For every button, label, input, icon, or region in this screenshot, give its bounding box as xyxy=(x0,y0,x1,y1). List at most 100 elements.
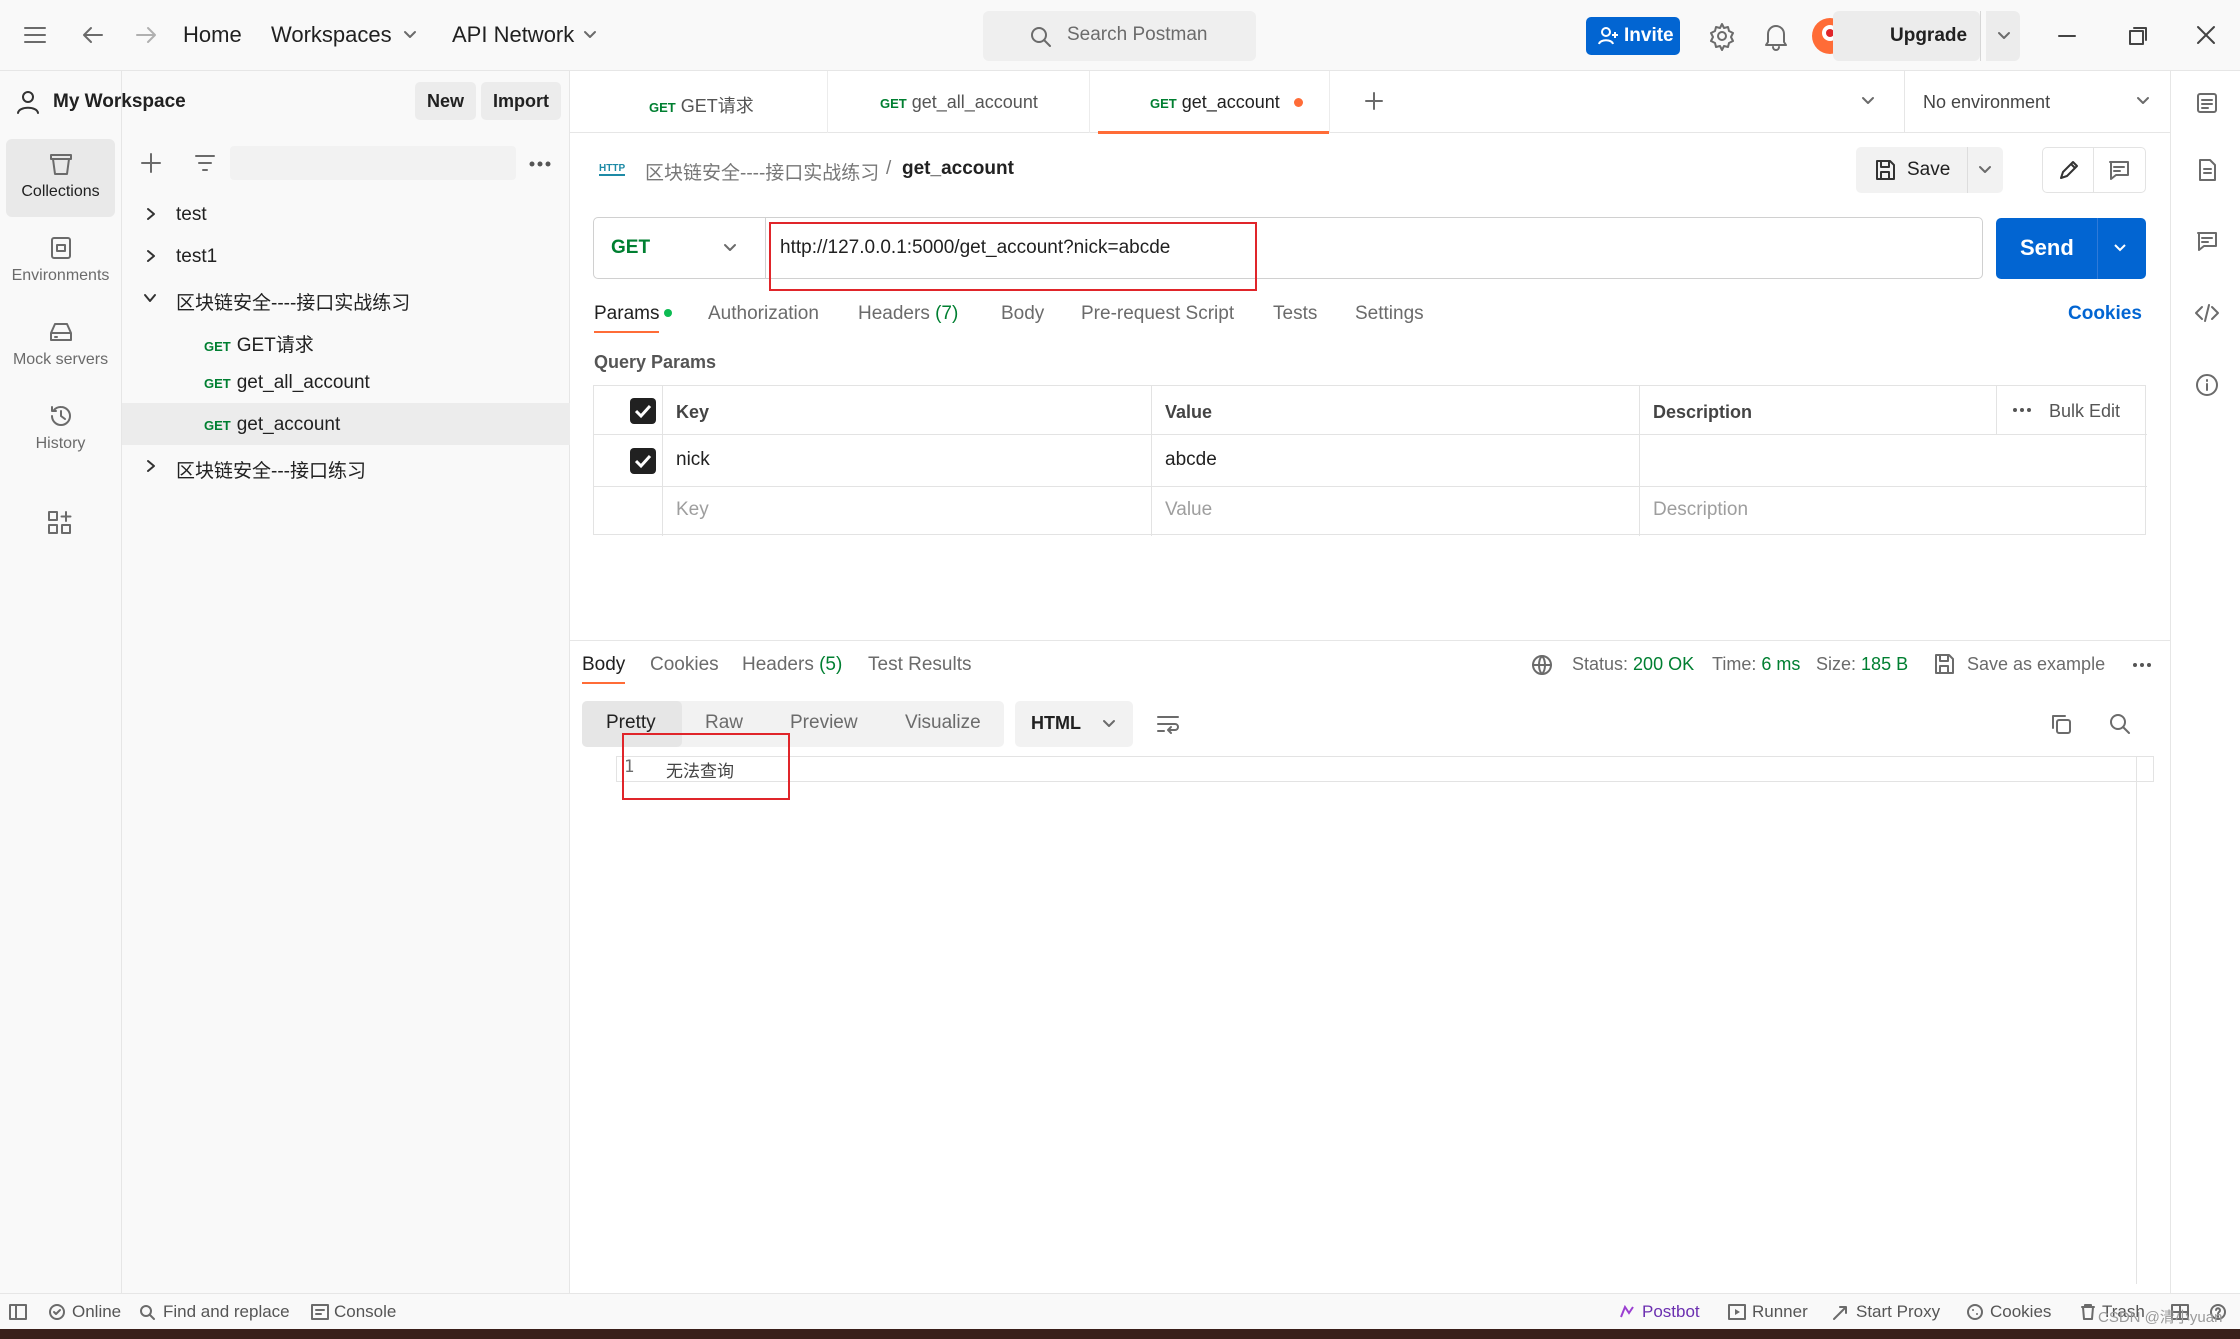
send-button[interactable]: Send xyxy=(1996,218,2146,279)
tree-item-collection-open[interactable]: 区块链安全----接口实战练习 xyxy=(122,277,570,319)
more-options-icon[interactable] xyxy=(528,160,552,168)
time-field[interactable]: Time: 6 ms xyxy=(1712,654,1800,675)
copy-icon[interactable] xyxy=(2049,712,2073,736)
breadcrumb-collection[interactable]: 区块链安全----接口实战练习 xyxy=(645,158,879,185)
upgrade-dropdown[interactable] xyxy=(1986,11,2020,61)
size-field[interactable]: Size: 185 B xyxy=(1816,654,1908,675)
response-tab-cookies[interactable]: Cookies xyxy=(650,654,719,676)
collection-search-input[interactable] xyxy=(230,146,516,180)
new-param-value-input[interactable]: Value xyxy=(1165,499,1212,521)
toggle-sidebar-icon[interactable] xyxy=(8,1303,28,1321)
globe-icon[interactable] xyxy=(1530,653,1554,677)
new-button[interactable]: New xyxy=(415,82,477,120)
documentation-icon[interactable] xyxy=(2195,157,2219,183)
response-scrollbar[interactable] xyxy=(2136,756,2137,1284)
search-response-icon[interactable] xyxy=(2108,712,2132,736)
method-badge: GET xyxy=(204,418,231,433)
import-button[interactable]: Import xyxy=(481,82,561,120)
environment-quick-look-icon[interactable] xyxy=(2195,91,2219,115)
workspaces-menu[interactable]: Workspaces xyxy=(271,22,392,48)
new-tab-plus-icon[interactable] xyxy=(1362,89,1386,113)
rail-item-collections[interactable]: Collections xyxy=(6,139,115,217)
tab-get-account[interactable]: GET get_account xyxy=(1098,71,1330,134)
response-tab-test-results[interactable]: Test Results xyxy=(868,654,971,676)
response-tab-body[interactable]: Body xyxy=(582,654,626,684)
new-param-key-input[interactable]: Key xyxy=(676,499,709,521)
bulk-edit-link[interactable]: Bulk Edit xyxy=(2049,401,2120,422)
info-icon[interactable] xyxy=(2195,373,2219,397)
method-badge: GET xyxy=(649,100,676,115)
tab-params[interactable]: Params xyxy=(594,303,660,333)
environment-select[interactable]: No environment xyxy=(1905,71,2170,133)
tab-tests[interactable]: Tests xyxy=(1273,303,1317,325)
notifications-bell-icon[interactable] xyxy=(1762,21,1790,51)
rail-item-environments[interactable]: Environments xyxy=(6,223,115,301)
save-as-example-button[interactable]: Save as example xyxy=(1967,654,2105,675)
tree-item-test[interactable]: test xyxy=(122,193,570,235)
select-all-checkbox[interactable] xyxy=(630,398,656,424)
online-status[interactable]: Online xyxy=(72,1302,121,1322)
save-button[interactable]: Save xyxy=(1856,147,2003,193)
request-name[interactable]: get_account xyxy=(902,158,1014,180)
tabs-dropdown-chevron-icon[interactable] xyxy=(1860,95,1876,107)
param-enabled-checkbox[interactable] xyxy=(630,448,656,474)
format-preview[interactable]: Preview xyxy=(790,712,858,734)
minimize-icon[interactable] xyxy=(2055,24,2079,48)
postbot-button[interactable]: Postbot xyxy=(1642,1302,1700,1322)
upgrade-button[interactable]: Upgrade xyxy=(1833,11,1980,61)
tab-settings[interactable]: Settings xyxy=(1355,303,1424,325)
workspace-title[interactable]: My Workspace xyxy=(53,91,186,113)
size-value: 185 B xyxy=(1861,654,1909,674)
chevron-down-icon xyxy=(2137,97,2149,104)
home-link[interactable]: Home xyxy=(183,22,242,48)
param-value-cell[interactable]: abcde xyxy=(1165,449,1217,471)
api-network-menu[interactable]: API Network xyxy=(452,22,574,48)
tab-pre-request-script[interactable]: Pre-request Script xyxy=(1081,303,1234,325)
tab-get-request[interactable]: GET GET请求 xyxy=(570,71,828,133)
code-icon[interactable] xyxy=(2193,301,2221,325)
tree-request-get-all-account[interactable]: GET get_all_account xyxy=(122,361,570,403)
tab-body[interactable]: Body xyxy=(1001,303,1044,325)
tree-item-test1[interactable]: test1 xyxy=(122,235,570,277)
more-options-icon[interactable] xyxy=(2132,661,2152,669)
tree-request-get-account[interactable]: GET get_account xyxy=(122,403,570,445)
tab-get-all-account[interactable]: GET get_all_account xyxy=(828,71,1090,133)
param-key-cell[interactable]: nick xyxy=(676,449,710,471)
chevron-down-icon xyxy=(1103,720,1115,727)
filter-icon[interactable] xyxy=(193,151,217,175)
back-arrow-icon[interactable] xyxy=(80,23,106,47)
language-select[interactable]: HTML xyxy=(1015,701,1133,747)
find-and-replace-button[interactable]: Find and replace xyxy=(163,1302,290,1322)
close-icon[interactable] xyxy=(2194,23,2218,47)
comments-icon[interactable] xyxy=(2195,229,2219,253)
tree-request-get[interactable]: GET GET请求 xyxy=(122,319,570,361)
format-visualize[interactable]: Visualize xyxy=(905,712,981,734)
cookies-button[interactable]: Cookies xyxy=(1990,1302,2051,1322)
tree-item-collection-2[interactable]: 区块链安全---接口练习 xyxy=(122,445,570,487)
console-button[interactable]: Console xyxy=(334,1302,396,1322)
response-tab-headers[interactable]: Headers (5) xyxy=(742,654,842,676)
tab-authorization[interactable]: Authorization xyxy=(708,303,819,325)
search-input[interactable]: Search Postman xyxy=(983,11,1256,61)
status-field[interactable]: Status: 200 OK xyxy=(1572,654,1694,675)
forward-arrow-icon[interactable] xyxy=(133,23,159,47)
start-proxy-button[interactable]: Start Proxy xyxy=(1856,1302,1940,1322)
configure-workbench-icon[interactable] xyxy=(46,509,74,537)
tab-headers[interactable]: Headers (7) xyxy=(858,303,958,325)
settings-gear-icon[interactable] xyxy=(1707,21,1737,51)
new-param-description-input[interactable]: Description xyxy=(1653,499,1748,521)
add-collection-icon[interactable] xyxy=(139,151,163,175)
edit-view-toggle[interactable] xyxy=(2042,147,2146,193)
invite-button[interactable]: Invite xyxy=(1586,17,1680,55)
method-select[interactable]: GET xyxy=(594,218,766,278)
wrap-lines-icon[interactable] xyxy=(1155,712,1181,736)
cookies-link[interactable]: Cookies xyxy=(2068,303,2142,325)
menu-icon[interactable] xyxy=(22,24,48,46)
format-raw[interactable]: Raw xyxy=(705,712,743,734)
restore-icon[interactable] xyxy=(2126,24,2150,48)
rail-item-history[interactable]: History xyxy=(6,391,115,469)
pencil-icon xyxy=(2060,161,2078,179)
checkmark-icon xyxy=(634,404,652,419)
runner-button[interactable]: Runner xyxy=(1752,1302,1808,1322)
rail-item-mock-servers[interactable]: Mock servers xyxy=(6,307,115,385)
